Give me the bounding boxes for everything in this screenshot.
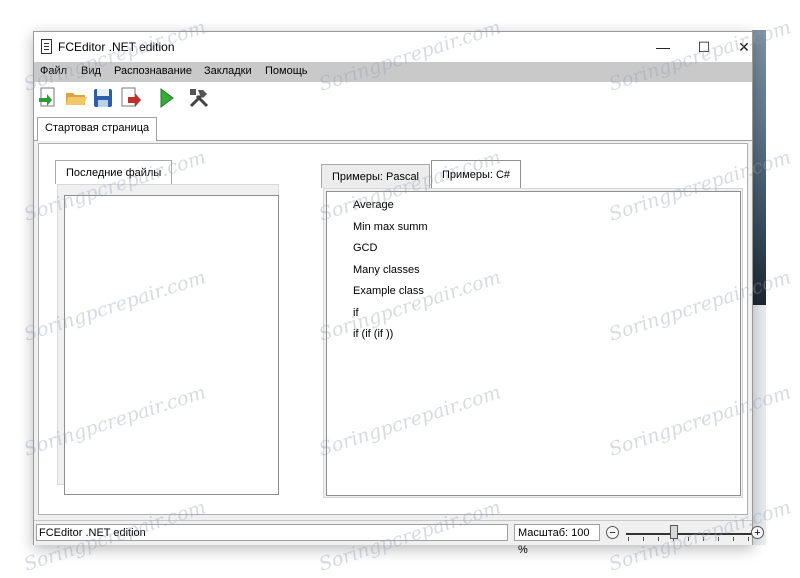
run-icon[interactable] (154, 86, 178, 110)
zoom-slider-track[interactable] (626, 533, 754, 535)
zoom-out-button[interactable]: − (606, 526, 619, 539)
status-text: FCEditor .NET edition (36, 524, 508, 541)
zoom-tick (658, 537, 659, 541)
list-item[interactable]: GCD (353, 242, 377, 254)
menu-bar: Файл Вид Распознавание Закладки Помощь (34, 62, 752, 82)
list-item[interactable]: if (353, 307, 359, 319)
menu-help[interactable]: Помощь (265, 65, 308, 77)
start-page: Последние файлы Примеры: Pascal Примеры:… (38, 143, 748, 515)
tab-recent-files[interactable]: Последние файлы (55, 160, 173, 184)
zoom-tick (703, 537, 704, 541)
background-desktop-strip-lower (752, 305, 766, 545)
window-title: FCEditor .NET edition (58, 40, 175, 54)
list-item[interactable]: Many classes (353, 264, 420, 276)
zoom-tick (733, 537, 734, 541)
tab-start-page[interactable]: Стартовая страница (37, 117, 158, 141)
zoom-tick (628, 537, 629, 541)
examples-list: Average Min max summ GCD Many classes Ex… (326, 191, 741, 496)
app-icon (41, 39, 52, 54)
menu-view[interactable]: Вид (81, 65, 101, 77)
status-bar: FCEditor .NET edition Масштаб: 100 % − + (34, 520, 764, 556)
menu-bookmarks[interactable]: Закладки (204, 65, 252, 77)
maximize-button[interactable]: ☐ (684, 36, 724, 58)
list-item[interactable]: if (if (if )) (353, 328, 393, 340)
export-icon[interactable] (119, 86, 143, 110)
save-icon[interactable] (91, 86, 115, 110)
app-window: FCEditor .NET edition — ☐ ✕ Файл Вид Рас… (33, 31, 764, 556)
toolbar (34, 82, 752, 114)
zoom-label: Масштаб: 100 % (514, 524, 600, 556)
document-tab-strip: Стартовая страница (34, 114, 752, 141)
menu-recognition[interactable]: Распознавание (114, 65, 192, 77)
tab-examples-pascal[interactable]: Примеры: Pascal (321, 164, 431, 188)
open-folder-icon[interactable] (64, 86, 88, 110)
title-bar: FCEditor .NET edition — ☐ ✕ (34, 32, 752, 62)
recent-files-list[interactable] (64, 195, 279, 495)
menu-file[interactable]: Файл (40, 65, 67, 77)
minimize-button[interactable]: — (643, 36, 683, 58)
zoom-tick (748, 537, 749, 541)
list-item[interactable]: Min max summ (353, 221, 428, 233)
zoom-slider-thumb[interactable] (670, 525, 678, 539)
background-desktop-strip (752, 30, 766, 305)
tab-examples-csharp[interactable]: Примеры: C# (431, 160, 522, 188)
new-file-icon[interactable] (37, 86, 61, 110)
list-item[interactable]: Average (353, 199, 394, 211)
zoom-in-button[interactable]: + (751, 526, 764, 539)
tools-icon[interactable] (187, 86, 211, 110)
zoom-tick (643, 537, 644, 541)
list-item[interactable]: Example class (353, 285, 424, 297)
zoom-tick (718, 537, 719, 541)
zoom-tick (688, 537, 689, 541)
close-button[interactable]: ✕ (724, 36, 764, 58)
